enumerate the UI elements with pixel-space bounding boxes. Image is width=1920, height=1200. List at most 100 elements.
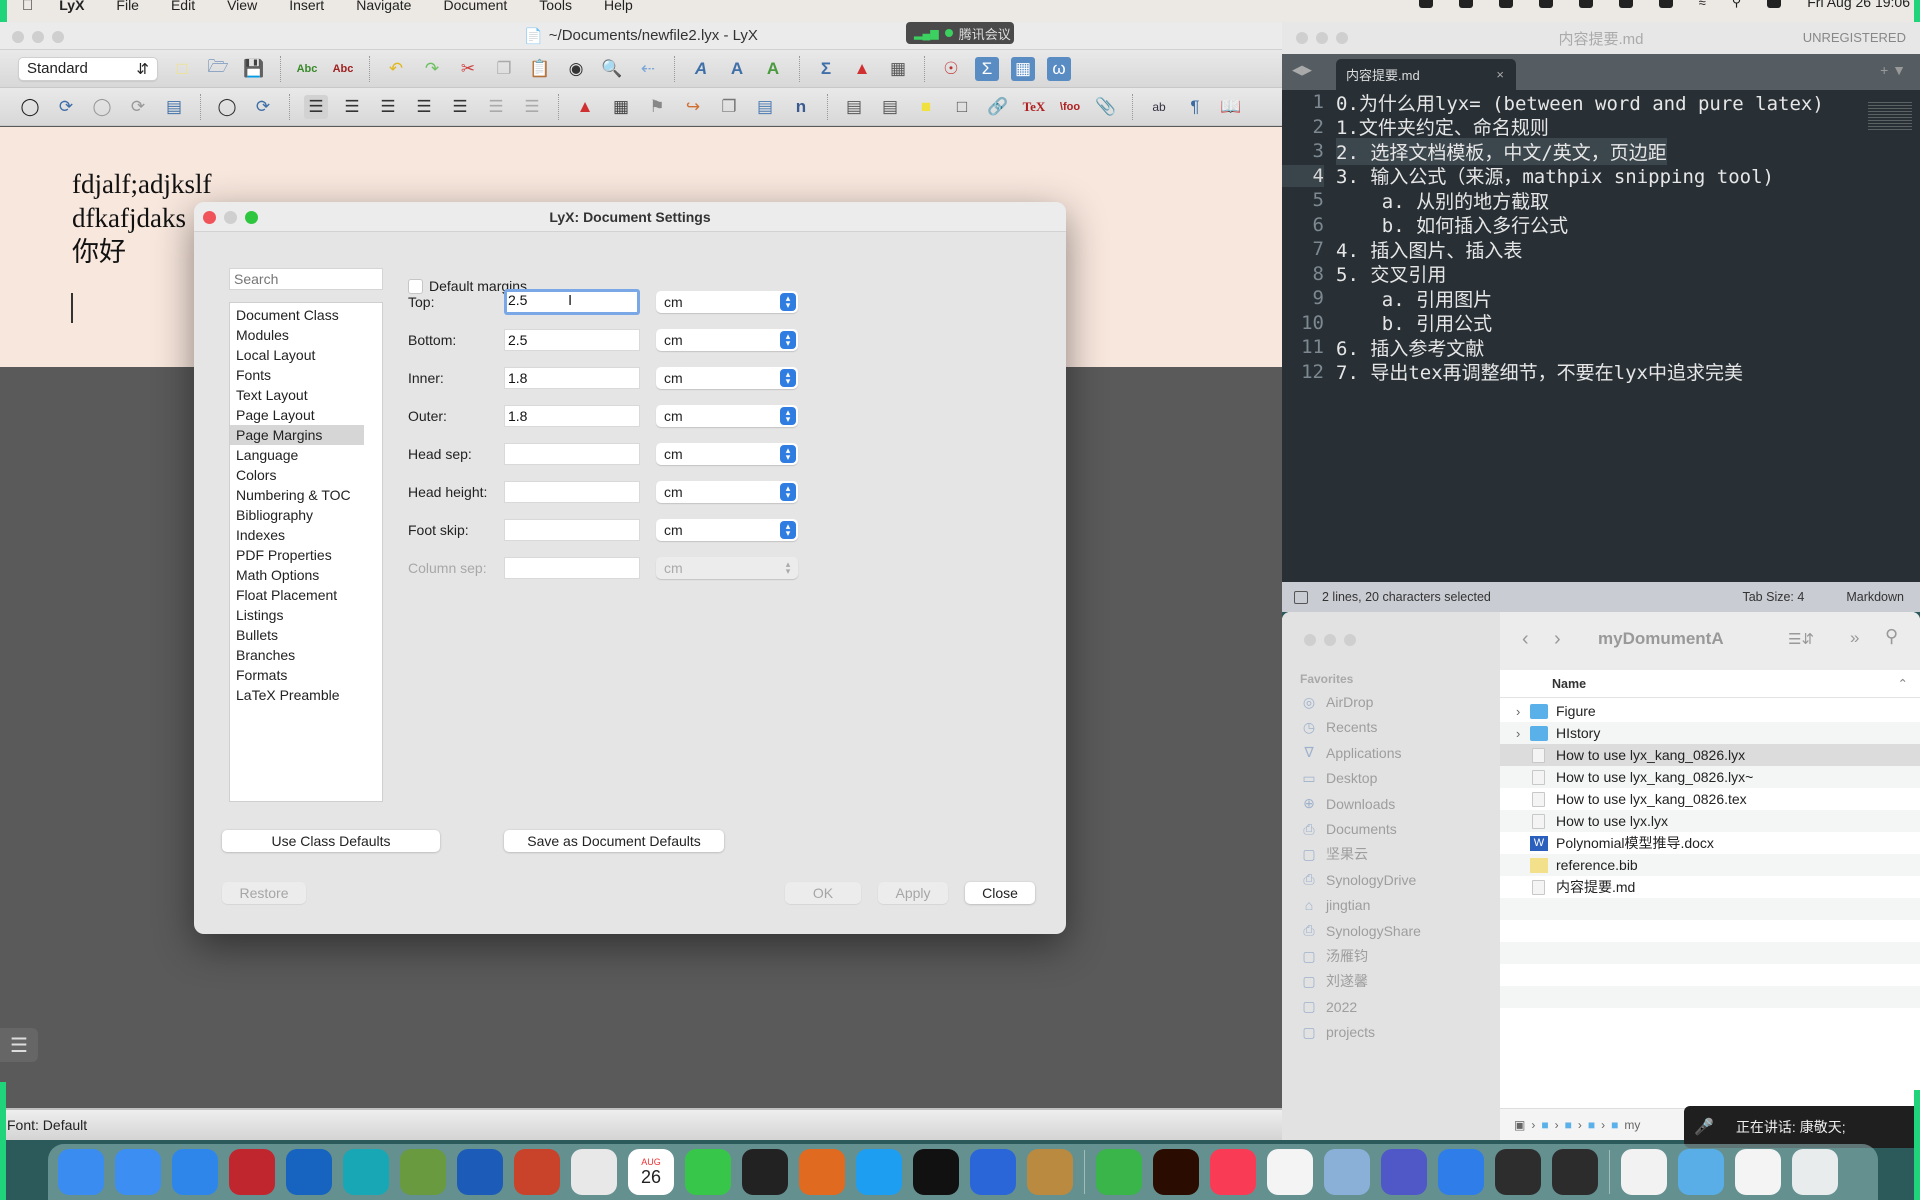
dock-app-lark[interactable] xyxy=(856,1149,902,1195)
update-icon[interactable]: ⟳ xyxy=(54,95,78,119)
nomenclature-icon[interactable]: n xyxy=(789,95,813,119)
standard-list-icon[interactable]: ☰ xyxy=(304,94,328,119)
dock-item-folder[interactable] xyxy=(1678,1149,1724,1195)
menu-navigate[interactable]: Navigate xyxy=(356,0,411,12)
find-replace-icon[interactable]: 🔍 xyxy=(600,57,624,81)
find-binoculars-icon[interactable]: ◉ xyxy=(564,57,588,81)
tex-code-icon[interactable]: TeX xyxy=(1022,95,1046,119)
qq-status-icon[interactable] xyxy=(1458,0,1473,8)
dock-app-quicktime[interactable] xyxy=(1552,1149,1598,1195)
editor-line[interactable]: 4 3. 输入公式（来源，mathpix snipping tool) xyxy=(1282,164,1920,188)
menu-view[interactable]: View xyxy=(227,0,257,12)
macro-icon[interactable]: \foo xyxy=(1058,95,1082,119)
copy-icon[interactable]: ❐ xyxy=(492,57,516,81)
menu-tools[interactable]: Tools xyxy=(539,0,572,12)
settings-nav-item[interactable]: Colors xyxy=(230,465,364,485)
file-row[interactable]: How to use lyx_kang_0826.lyx xyxy=(1500,744,1920,766)
dock-app-finder[interactable] xyxy=(58,1149,104,1195)
dock-app-numbers[interactable] xyxy=(1096,1149,1142,1195)
dock-app-teams[interactable] xyxy=(1381,1149,1427,1195)
update-dvi-icon[interactable]: ⟳ xyxy=(251,95,275,119)
close-window-button[interactable] xyxy=(1304,634,1316,646)
dialog-minimize-button[interactable] xyxy=(224,211,237,224)
open-folder-icon[interactable]: 🗁 xyxy=(206,57,230,81)
control-center-icon[interactable] xyxy=(1767,0,1782,8)
depth-increase-icon[interactable]: ☰ xyxy=(520,95,544,119)
folder-icon[interactable]: ■ xyxy=(1565,1118,1572,1132)
spellcheck-continuous-icon[interactable]: Abc xyxy=(331,57,355,81)
name-column-header[interactable]: Name ⌃ xyxy=(1500,670,1920,698)
margin-unit-select[interactable]: cm ▴ ▾ xyxy=(656,291,798,313)
menu-edit[interactable]: Edit xyxy=(171,0,195,12)
margin-value-input[interactable] xyxy=(504,557,640,579)
close-window-button[interactable] xyxy=(1296,32,1308,44)
menu-insert[interactable]: Insert xyxy=(289,0,324,12)
dock-app-messages[interactable] xyxy=(685,1149,731,1195)
margin-unit-select[interactable]: cm ▴ ▾ xyxy=(656,329,798,351)
sidebar-item[interactable]: ⌂ jingtian xyxy=(1300,893,1371,917)
menu-document[interactable]: Document xyxy=(443,0,507,12)
matrix-icon[interactable]: ▦ xyxy=(1011,56,1035,81)
symbols-icon[interactable]: ω xyxy=(1047,56,1071,81)
dock-app-powerpoint[interactable] xyxy=(514,1149,560,1195)
cut-icon[interactable]: ✂ xyxy=(456,57,480,81)
index-icon[interactable]: ▤ xyxy=(753,95,777,119)
settings-nav-item[interactable]: Bibliography xyxy=(230,505,364,525)
close-tab-icon[interactable]: × xyxy=(1496,67,1504,82)
volume-icon[interactable] xyxy=(1578,0,1593,8)
more-icon[interactable]: » xyxy=(1850,628,1859,648)
settings-nav-item[interactable]: Bullets xyxy=(230,625,364,645)
settings-nav-item[interactable]: LaTeX Preamble xyxy=(230,685,364,705)
margin-value-input[interactable]: 1.8 xyxy=(504,405,640,427)
document-body[interactable]: fdjalf;adjkslf dfkafjdaks 你好 xyxy=(72,167,211,269)
margin-note-icon[interactable]: ▤ xyxy=(878,95,902,119)
margin-value-input[interactable]: 2.5 xyxy=(504,329,640,351)
depth-decrease-icon[interactable]: ☰ xyxy=(484,95,508,119)
dock-app-preview[interactable] xyxy=(1324,1149,1370,1195)
sidebar-item[interactable]: ▢ 坚果云 xyxy=(1300,842,1368,866)
settings-nav-item[interactable]: Page Layout xyxy=(230,405,364,425)
zoom-window-button[interactable] xyxy=(52,31,64,43)
dock-app-to-do[interactable] xyxy=(970,1149,1016,1195)
editor-tab[interactable]: 内容提要.md × xyxy=(1336,59,1516,90)
file-row[interactable]: How to use lyx_kang_0826.tex xyxy=(1500,788,1920,810)
forward-icon[interactable]: › xyxy=(1554,628,1561,651)
menu-help[interactable]: Help xyxy=(604,0,633,12)
enumerate-icon[interactable]: ☰ xyxy=(340,95,364,119)
include-icon[interactable]: ❐ xyxy=(717,95,741,119)
dialog-zoom-button[interactable] xyxy=(245,211,258,224)
insert-table-icon[interactable]: ▦ xyxy=(886,57,910,81)
dock-app-tencent-meeting[interactable] xyxy=(1027,1149,1073,1195)
margin-unit-select[interactable]: cm ▴ ▾ xyxy=(656,557,798,579)
bibtex-icon[interactable]: 📖 xyxy=(1219,95,1243,119)
margin-value-input[interactable] xyxy=(504,443,640,465)
attachment-icon[interactable]: 📎 xyxy=(1094,95,1118,119)
sidebar-item[interactable]: ⎙ SynologyShare xyxy=(1300,919,1421,943)
file-row[interactable]: 内容提要.md xyxy=(1500,876,1920,898)
sidebar-item[interactable]: ⎙ Documents xyxy=(1300,817,1396,841)
document-line[interactable]: 你好 xyxy=(72,235,211,269)
sidebar-item[interactable]: ▢ 刘遂馨 xyxy=(1300,969,1368,993)
margin-unit-select[interactable]: cm ▴ ▾ xyxy=(656,481,798,503)
settings-nav-item[interactable]: Text Layout xyxy=(230,385,364,405)
editor-line[interactable]: 3 2. 选择文档模板，中文/英文，页边距 xyxy=(1282,137,1920,165)
editor-line[interactable]: 11 6. 插入参考文献 xyxy=(1282,335,1920,360)
tab-size-status[interactable]: Tab Size: 4 xyxy=(1742,590,1804,604)
update-master-icon[interactable]: ⟳ xyxy=(126,95,150,119)
view-other-icon[interactable]: ▤ xyxy=(162,95,186,119)
editor-line[interactable]: 1 0.为什么用lyx= (between word and pure latex… xyxy=(1282,90,1920,115)
disclosure-chevron-icon[interactable]: › xyxy=(1516,726,1530,741)
dock-app-textedit[interactable] xyxy=(1267,1149,1313,1195)
dock-item-documents-stack[interactable] xyxy=(1621,1149,1667,1195)
math-sum-icon[interactable]: Σ xyxy=(814,57,838,81)
settings-nav-item[interactable]: Math Options xyxy=(230,565,364,585)
dock-item-trash[interactable] xyxy=(1792,1149,1838,1195)
back-arrow-icon[interactable]: ⇠ xyxy=(636,57,660,81)
margin-unit-select[interactable]: cm ▴ ▾ xyxy=(656,367,798,389)
meeting-indicator[interactable]: ▂▄▆ 腾讯会议 xyxy=(906,22,1014,44)
settings-nav-item[interactable]: Numbering & TOC xyxy=(230,485,364,505)
editor-line[interactable]: 10 b. 引用公式 xyxy=(1282,311,1920,336)
status-icon[interactable] xyxy=(1418,0,1433,8)
file-row[interactable]: How to use lyx_kang_0826.lyx~ xyxy=(1500,766,1920,788)
box-icon[interactable]: □ xyxy=(950,95,974,119)
